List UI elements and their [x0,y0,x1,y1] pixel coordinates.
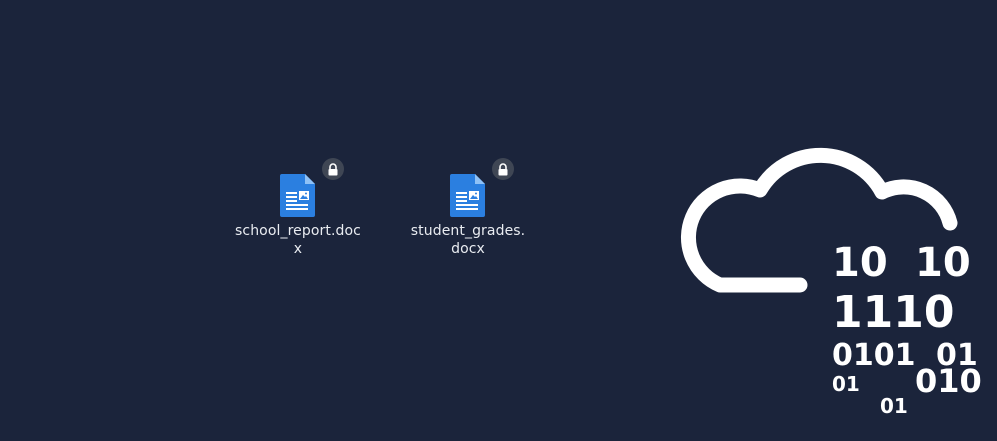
cloud-binary-icon: 10 10 1110 0101 01 01 010 01 [660,95,997,441]
lock-icon [492,158,514,180]
file-name-label: school_report.docx [235,223,361,257]
desktop-file-school-report[interactable]: school_report.docx [233,158,363,258]
binary-digits: 01 [880,394,908,418]
document-icon [448,158,514,218]
binary-digits: 10 [915,240,971,286]
file-name-label: student_grades. docx [410,223,526,257]
binary-digits: 1110 [832,287,954,338]
binary-digits: 01 [832,372,860,396]
lock-icon [322,158,344,180]
binary-digits: 010 [915,362,982,400]
document-icon [278,158,344,218]
binary-digits: 10 [832,240,888,286]
binary-digits: 0101 [832,338,916,373]
desktop[interactable]: school_report.docx student_grades. docx … [0,0,997,441]
desktop-file-student-grades[interactable]: student_grades. docx [403,158,533,258]
